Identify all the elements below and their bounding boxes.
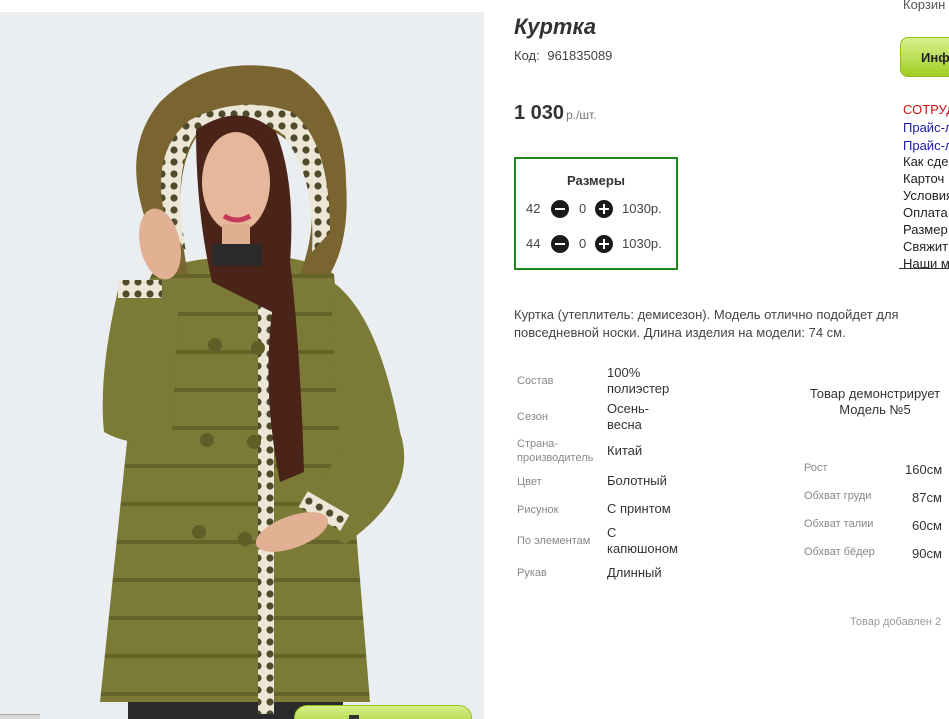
- spec-label: Состав: [517, 375, 554, 387]
- size-price: 1030р.: [622, 201, 662, 216]
- added-date: Товар добавлен 2: [850, 616, 942, 628]
- model-measure-label: Обхват груди: [804, 490, 872, 502]
- sidebar-link[interactable]: Прайс-л: [903, 138, 949, 154]
- spec-label: Сезон: [517, 411, 548, 423]
- spec-label: Цвет: [517, 476, 542, 488]
- sizes-heading: Размеры: [567, 173, 625, 188]
- spec-value: Болотный: [607, 473, 667, 488]
- sidebar-link[interactable]: Как сде: [903, 154, 948, 170]
- model-measure-value: 160см: [905, 462, 943, 477]
- price-value: 1 030: [514, 102, 565, 124]
- sidebar-link[interactable]: Оплата: [903, 205, 948, 221]
- size-value: 42: [526, 201, 541, 216]
- model-measure-value: 90см: [912, 546, 942, 561]
- increase-quantity-button[interactable]: [595, 235, 613, 253]
- sidebar-link[interactable]: СОТРУД: [903, 102, 949, 118]
- product-description: Куртка (утеплитель: демисезон). Модель о…: [514, 307, 899, 340]
- quantity-value: 0: [579, 201, 587, 216]
- increase-quantity-button[interactable]: [595, 200, 613, 218]
- product-price: 1 030 р./шт.: [514, 102, 597, 125]
- spec-value: С капюшоном: [607, 525, 678, 556]
- spec-label: По элементам: [517, 535, 591, 547]
- add-to-cart-button[interactable]: [294, 705, 472, 719]
- spec-value: 100% полиэстер: [607, 365, 670, 396]
- cart-link[interactable]: Корзин: [903, 0, 945, 12]
- info-button[interactable]: Инф: [900, 37, 949, 77]
- product-code-label: Код:: [514, 48, 540, 63]
- spec-value: С принтом: [607, 501, 671, 516]
- size-row: 42 0 1030р.: [516, 200, 676, 218]
- info-button-label: Инф: [921, 50, 949, 65]
- size-row: 44 0 1030р.: [516, 235, 676, 253]
- horizontal-scrollbar[interactable]: [0, 714, 40, 719]
- size-selector: Размеры 42 0 1030р. 44 0 1030р.: [514, 157, 678, 270]
- quantity-value: 0: [579, 236, 587, 251]
- model-caption: Товар демонстрирует Модель №5: [809, 386, 941, 417]
- spec-value: Длинный: [607, 565, 662, 580]
- product-photo-illustration: [100, 65, 405, 719]
- model-measure-label: Рост: [804, 462, 828, 474]
- model-measure-label: Обхват талии: [804, 518, 874, 530]
- product-photo[interactable]: [0, 12, 484, 719]
- product-code-value: 961835089: [547, 48, 613, 63]
- product-code: Код: 961835089: [514, 48, 612, 63]
- size-price: 1030р.: [622, 236, 662, 251]
- button-label-fragment: [349, 715, 359, 719]
- product-title: Куртка: [514, 14, 597, 39]
- model-measure-value: 87см: [912, 490, 942, 505]
- spec-value: Осень-весна: [607, 401, 650, 432]
- decrease-quantity-button[interactable]: [551, 200, 569, 218]
- sidebar-link[interactable]: Карточ: [903, 171, 944, 187]
- model-measure-value: 60см: [912, 518, 942, 533]
- spec-label: Страна-производитель: [517, 438, 594, 464]
- sidebar-link[interactable]: Свяжит: [903, 239, 948, 255]
- spec-label: Рисунок: [517, 504, 559, 516]
- price-unit: р./шт.: [566, 108, 597, 122]
- sidebar-link[interactable]: Условия: [903, 188, 949, 204]
- sidebar-link[interactable]: Прайс-л: [903, 120, 949, 136]
- spec-label: Рукав: [517, 567, 547, 579]
- sidebar-link[interactable]: Размер: [903, 222, 948, 238]
- size-value: 44: [526, 236, 541, 251]
- sidebar-link[interactable]: Наши м: [903, 256, 949, 272]
- sidebar-divider: [899, 268, 949, 269]
- decrease-quantity-button[interactable]: [551, 235, 569, 253]
- model-measure-label: Обхват бёдер: [804, 546, 875, 558]
- spec-value: Китай: [607, 443, 643, 458]
